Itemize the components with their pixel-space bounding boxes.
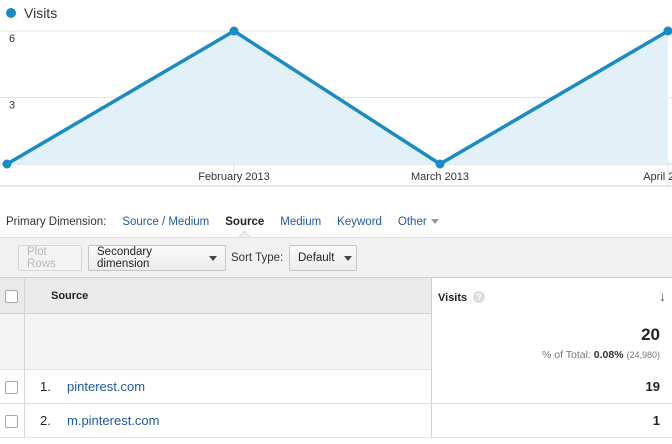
divider bbox=[24, 404, 25, 437]
percent-of-total: % of Total: 0.08% (24,980) bbox=[542, 349, 660, 361]
chevron-down-icon bbox=[430, 219, 439, 225]
column-header-visits[interactable]: Visits bbox=[438, 292, 467, 304]
x-tick-label: March 2013 bbox=[411, 171, 469, 183]
visits-chart: 3 6 February 2013 March 2013 April 2013 bbox=[0, 26, 672, 187]
visits-cell: 19 bbox=[431, 370, 672, 403]
divider bbox=[24, 278, 25, 314]
x-tick-label: April 2013 bbox=[643, 171, 672, 183]
divider bbox=[24, 370, 25, 403]
dimension-other-label: Other bbox=[397, 216, 427, 228]
percent-of-total-value: 0.08% bbox=[593, 349, 624, 361]
y-tick-label: 6 bbox=[9, 33, 15, 45]
visits-value: 19 bbox=[645, 379, 660, 394]
help-icon[interactable]: ? bbox=[473, 291, 485, 303]
secondary-dimension-dropdown[interactable]: Secondary dimension bbox=[88, 245, 226, 271]
row-checkbox[interactable] bbox=[5, 381, 18, 394]
column-header-source[interactable]: Source bbox=[51, 290, 88, 302]
column-header-visits-cell[interactable]: Visits ? ↓ bbox=[431, 277, 672, 315]
dimension-source-medium[interactable]: Source / Medium bbox=[122, 216, 209, 228]
dimension-source[interactable]: Source bbox=[225, 216, 264, 228]
row-number: 1. bbox=[40, 379, 51, 394]
data-point bbox=[229, 26, 239, 36]
data-point bbox=[435, 159, 445, 169]
percent-of-total-label: % of Total: bbox=[542, 349, 591, 361]
primary-dimension-bar: Primary Dimension: Source / Medium Sourc… bbox=[6, 216, 447, 228]
source-link[interactable]: m.pinterest.com bbox=[67, 413, 159, 428]
dimension-other[interactable]: Other bbox=[398, 216, 439, 228]
visits-cell: 1 bbox=[431, 404, 672, 437]
sort-descending-icon[interactable]: ↓ bbox=[659, 288, 666, 304]
data-point bbox=[2, 159, 12, 169]
table-toolbar: Plot Rows Secondary dimension Sort Type:… bbox=[0, 237, 672, 278]
x-tick-label: February 2013 bbox=[198, 171, 270, 183]
divider bbox=[24, 314, 25, 370]
total-row: 20 % of Total: 0.08% (24,980) bbox=[0, 314, 672, 370]
site-total-visits: (24,980) bbox=[626, 350, 660, 360]
total-visits-value: 20 bbox=[641, 325, 660, 344]
table-row[interactable]: 2. m.pinterest.com 1 bbox=[0, 404, 672, 438]
chevron-down-icon bbox=[344, 255, 353, 261]
table-header: Source Visits ? ↓ bbox=[0, 277, 672, 315]
plot-rows-label: Plot Rows bbox=[27, 246, 56, 270]
source-link[interactable]: pinterest.com bbox=[67, 379, 145, 394]
select-all-checkbox[interactable] bbox=[5, 290, 18, 303]
plot-rows-button[interactable]: Plot Rows bbox=[18, 245, 82, 271]
secondary-dimension-label: Secondary dimension bbox=[97, 246, 152, 270]
chevron-down-icon bbox=[209, 255, 217, 261]
sort-type-dropdown[interactable]: Default bbox=[289, 245, 357, 271]
dimension-keyword[interactable]: Keyword bbox=[337, 216, 382, 228]
total-visits-cell: 20 % of Total: 0.08% (24,980) bbox=[431, 314, 672, 370]
sort-type-value: Default bbox=[298, 252, 335, 264]
row-number: 2. bbox=[40, 413, 51, 428]
visits-value: 1 bbox=[652, 413, 660, 428]
table-row[interactable]: 1. pinterest.com 19 bbox=[0, 370, 672, 404]
row-checkbox[interactable] bbox=[5, 415, 18, 428]
sort-type-label: Sort Type: bbox=[231, 252, 284, 264]
y-tick-label: 3 bbox=[9, 100, 15, 112]
dimension-medium[interactable]: Medium bbox=[280, 216, 321, 228]
primary-dimension-label: Primary Dimension: bbox=[6, 216, 107, 228]
